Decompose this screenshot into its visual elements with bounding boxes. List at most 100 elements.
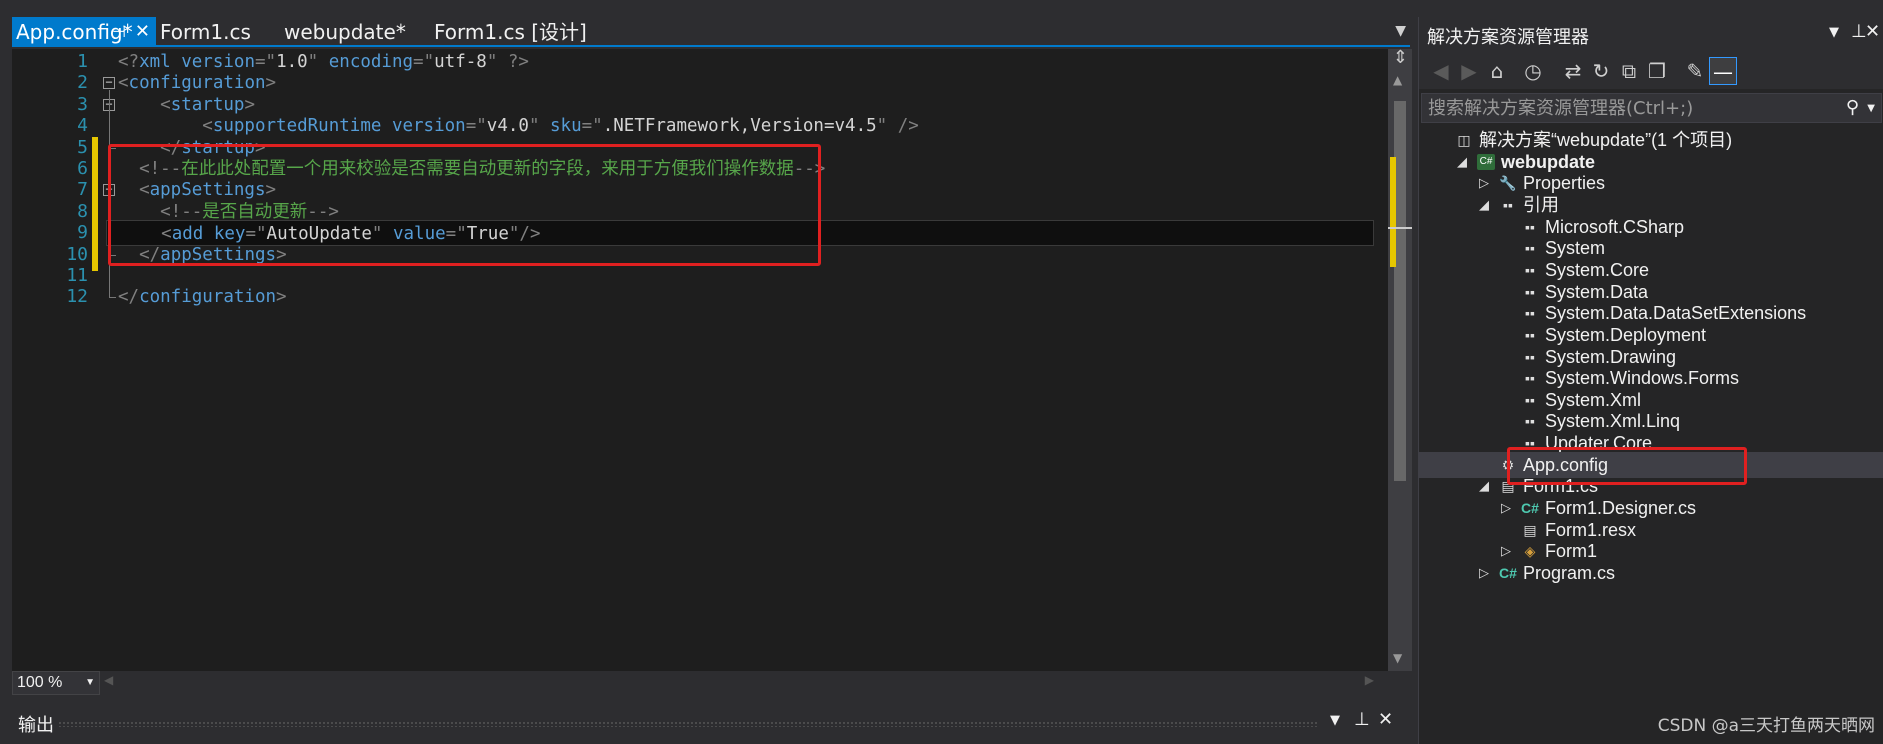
reference-icon: ▪▪ [1525,326,1535,343]
references-icon: ▪▪ [1503,196,1513,213]
editor-status-strip: 100 % ▼ ◀ ▶ [12,671,1412,695]
code-token: " [307,52,319,72]
zoom-dropdown[interactable]: 100 % ▼ [12,671,100,695]
code-token: utf-8 [434,52,487,72]
code-token: sku [539,116,582,137]
sync-icon[interactable]: ⇄ [1559,57,1587,85]
pin-icon[interactable]: ⊥ [1354,709,1370,730]
code-token: encoding [318,52,414,72]
scroll-right-icon[interactable]: ▶ [1365,673,1374,687]
panel-grip[interactable] [58,721,1318,727]
wrench-icon: 🔧 [1499,175,1517,192]
copy-icon[interactable]: ❐ [1643,57,1671,85]
scroll-left-icon[interactable]: ◀ [104,673,113,687]
code-token: > [265,73,277,94]
code-token: " /> [876,116,919,137]
fold-guide-end [109,297,116,299]
close-icon[interactable]: ✕ [135,17,150,47]
line-number-gutter: 123456789101112−−− [12,49,118,671]
code-token: <? [118,52,140,72]
reference-icon: ▪▪ [1525,283,1535,300]
code-token: configuration [139,287,277,308]
code-token: =" [465,116,487,137]
reference-icon: ▪▪ [1525,370,1535,387]
fold-configuration-toggle[interactable]: − [103,76,115,90]
caret-position-marker [1388,227,1412,229]
code-token: =" [254,52,277,72]
tab-label: Form1.cs [160,20,251,44]
code-token: =" [413,52,435,72]
reference-icon: ▪▪ [1525,305,1535,322]
panel-title: 解决方案资源管理器 [1427,27,1589,48]
code-token: xml [139,52,171,72]
code-editor[interactable]: 123456789101112−−− <?xml version="1.0" e… [12,47,1412,671]
reference-icon: ▪▪ [1525,348,1535,365]
csharp-file-icon: C# [1521,500,1539,517]
code-token: > [244,94,255,115]
output-panel-title[interactable]: 输出 [18,711,54,737]
preview-icon[interactable]: — [1709,57,1737,85]
home-icon[interactable]: ⌂ [1483,57,1511,85]
reference-icon: ▪▪ [1525,218,1535,235]
code-token: < [118,116,213,137]
back-icon[interactable]: ◀ [1427,57,1455,85]
code-token: .NETFramework,Version=v4.5 [602,116,877,137]
reference-icon: ▪▪ [1525,240,1535,257]
tab-form1-cs[interactable]: Form1.cs [160,17,251,47]
code-token: v4.0 [486,116,529,137]
refresh-icon[interactable]: ↻ [1587,57,1615,85]
code-token: " [528,116,540,137]
code-line[interactable]: </configuration> [118,284,287,310]
chevron-down-icon: ▼ [85,677,95,688]
search-input[interactable] [1428,94,1828,122]
collapse-icon[interactable]: ⧉ [1615,57,1643,85]
zoom-value: 100 % [17,674,63,691]
reference-icon: ▪▪ [1525,391,1535,408]
close-icon[interactable]: ✕ [1378,709,1393,730]
annotation-highlight-app-config [1507,447,1747,485]
code-token: > [276,287,287,308]
resx-file-icon: ▤ [1523,521,1537,538]
history-icon[interactable]: ◷ [1519,57,1547,85]
split-window-icon[interactable]: ⇕ [1393,47,1408,68]
solution-tree[interactable]: ◫ 解决方案“webupdate”(1 个项目) ◢ C# webupdate ▷ 🔧 Pro… [1419,127,1883,607]
reference-icon: ▪▪ [1525,261,1535,278]
csharp-file-icon: C# [1499,565,1517,581]
horizontal-scrollbar[interactable]: ◀ ▶ [104,673,1374,691]
tab-form1-designer[interactable]: Form1.cs [设计] [434,17,587,47]
code-token: configuration [128,73,266,94]
pin-icon[interactable]: ⊣ [112,17,126,47]
output-panel: 输出 ▼ ⊥ ✕ [12,703,1412,744]
tab-overflow-dropdown-icon[interactable]: ▼ [1395,23,1406,39]
code-token: 1.0 [276,52,308,72]
tree-node-label: Program.cs [1523,563,1616,583]
search-icon[interactable]: ⚲ [1846,97,1859,118]
tab-app-config[interactable]: App.config* ⊣ ✕ [12,17,156,47]
code-text[interactable]: <?xml version="1.0" encoding="utf-8" ?> <… [106,49,1392,671]
tab-label: webupdate* [284,20,406,44]
code-token: startup [170,94,245,115]
document-tabstrip: App.config* ⊣ ✕ Form1.cs webupdate* Form… [12,17,1410,47]
scroll-down-icon[interactable]: ▼ [1393,651,1402,665]
forward-icon[interactable]: ▶ [1455,57,1483,85]
annotation-highlight-code [108,144,821,266]
tree-node[interactable]: ▷ C# Program.cs [1419,560,1883,586]
panel-menu-icon[interactable]: ▼ [1330,713,1340,728]
panel-menu-icon[interactable]: ▼ [1829,25,1839,40]
tab-webupdate[interactable]: webupdate* [284,17,406,47]
code-token: " ?> [486,52,529,72]
solution-explorer-toolbar: ◀ ▶ ⌂ ◷ ⇄ ↻ ⧉ ❐ ✎ — [1419,51,1883,89]
csharp-project-icon: C# [1477,153,1495,170]
expand-arrow-icon[interactable]: ▷ [1477,560,1491,586]
editor-panel: App.config* ⊣ ✕ Form1.cs webupdate* Form… [0,0,1412,744]
vertical-scrollbar[interactable]: ⇕ ▲ ▼ [1388,47,1412,671]
class-icon: ◈ [1524,543,1536,560]
properties-icon[interactable]: ✎ [1681,57,1709,85]
solution-search[interactable]: ⚲ ▼ [1421,93,1882,123]
solution-icon: ◫ [1457,132,1471,148]
close-icon[interactable]: ✕ [1865,21,1880,42]
chevron-down-icon[interactable]: ▼ [1867,103,1875,114]
scroll-up-icon[interactable]: ▲ [1393,73,1402,87]
watermark: CSDN @a三天打鱼两天晒网 [1657,716,1875,736]
code-token: < [118,94,171,115]
